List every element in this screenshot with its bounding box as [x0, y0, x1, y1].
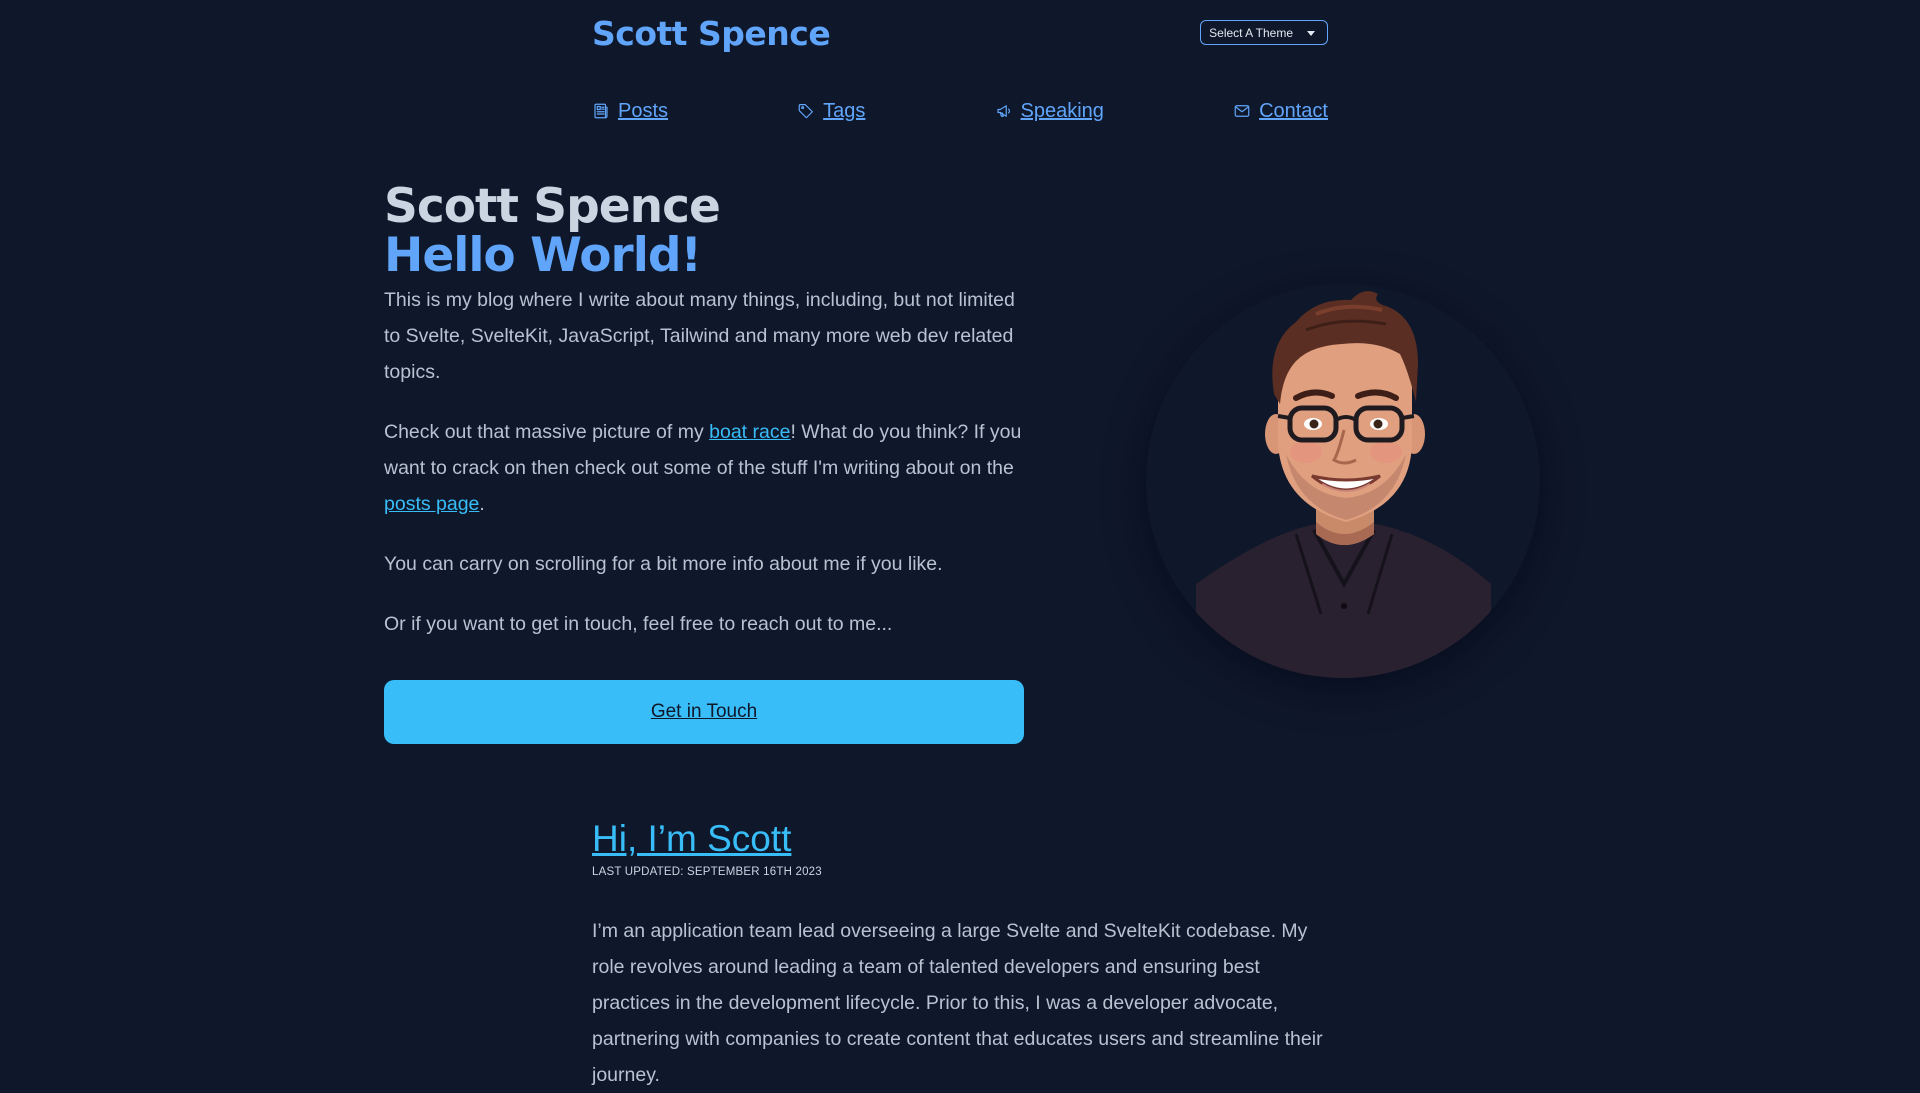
hero-paragraph: Check out that massive picture of my boa…: [384, 414, 1026, 522]
get-in-touch-button[interactable]: Get in Touch: [384, 680, 1024, 744]
hero-name: Scott Spence: [384, 179, 721, 234]
chevron-down-icon: [1307, 31, 1315, 36]
nav-item-tags[interactable]: Tags: [797, 100, 865, 123]
nav-item-label: Speaking: [1020, 99, 1104, 122]
hero-paragraph: Or if you want to get in touch, feel fre…: [384, 613, 893, 635]
tag-icon: [798, 104, 814, 119]
text-fragment: .: [479, 493, 485, 515]
hero-paragraph: You can carry on scrolling for a bit mor…: [384, 553, 943, 575]
avatar-illustration: [1196, 291, 1491, 678]
posts-page-link[interactable]: posts page: [384, 493, 479, 515]
hero-heading: Scott Spence Hello World!: [384, 179, 721, 283]
text-fragment: Check out that massive picture of my: [384, 421, 710, 443]
hero-paragraph: This is my blog where I write about many…: [384, 289, 1015, 383]
nav-item-posts[interactable]: Posts: [592, 100, 668, 123]
nav-item-label: Posts: [618, 99, 669, 122]
newspaper-icon: [594, 103, 608, 119]
site-title-link[interactable]: Scott Spence: [592, 14, 831, 53]
main-nav: Posts Tags Speaking Contact: [592, 96, 1328, 126]
nav-item-label: Tags: [823, 99, 866, 122]
boat-race-link[interactable]: boat race: [709, 421, 790, 443]
mail-icon: [1234, 105, 1250, 117]
hero-greeting: Hello World!: [384, 228, 702, 283]
avatar: [1146, 284, 1540, 678]
theme-select-label: Select A Theme: [1209, 25, 1293, 40]
megaphone-icon: [996, 105, 1010, 117]
hero-intro: This is my blog where I write about many…: [384, 282, 1026, 666]
nav-item-contact[interactable]: Contact: [1233, 100, 1328, 123]
nav-item-speaking[interactable]: Speaking: [995, 100, 1104, 123]
about-title-link[interactable]: Hi, I’m Scott: [592, 818, 791, 860]
theme-select[interactable]: Select A Theme: [1200, 20, 1328, 45]
nav-item-label: Contact: [1259, 99, 1328, 122]
last-updated: LAST UPDATED: SEPTEMBER 16TH 2023: [592, 866, 822, 878]
site-header: Scott Spence Select A Theme: [592, 12, 1328, 60]
about-paragraph: I’m an application team lead overseeing …: [592, 920, 1323, 1086]
